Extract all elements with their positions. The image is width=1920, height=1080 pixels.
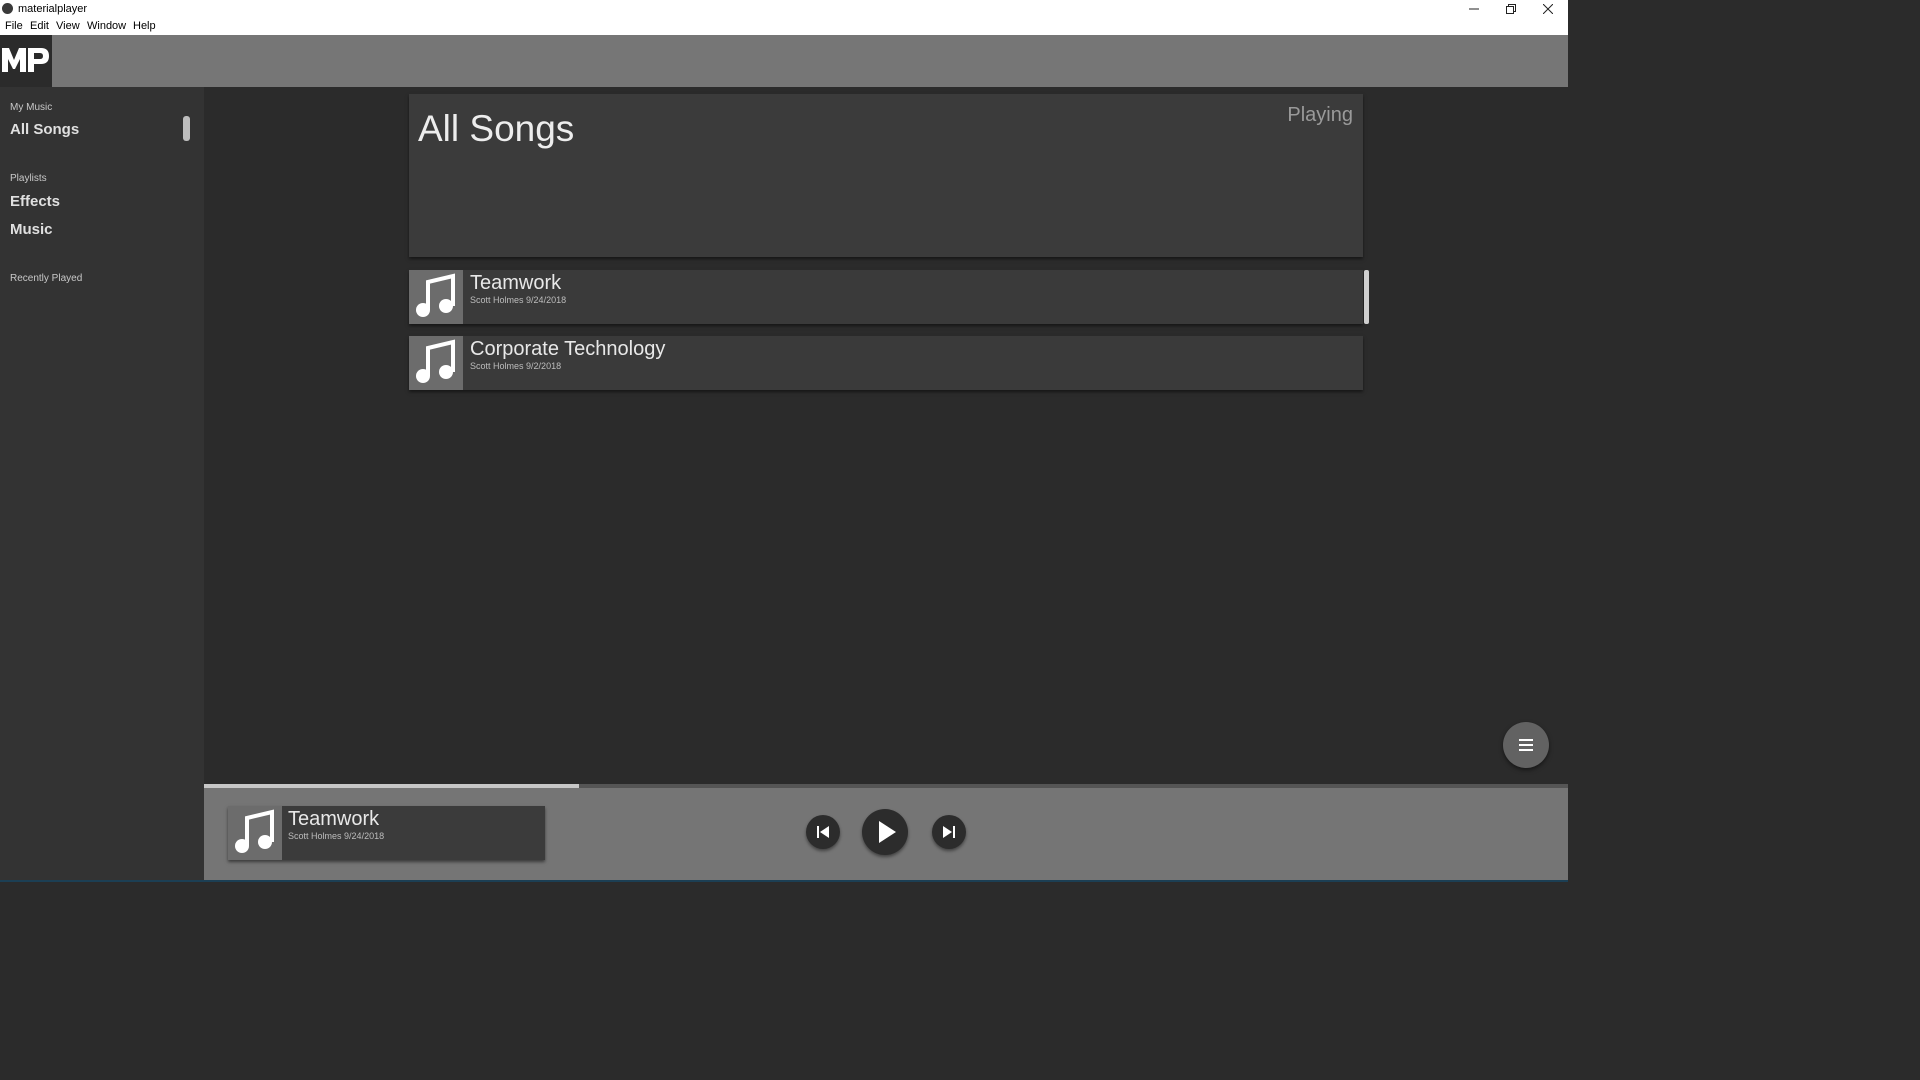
music-note-icon	[235, 809, 274, 853]
progress-bar[interactable]	[204, 784, 1568, 788]
minimize-icon	[1468, 8, 1479, 10]
sidebar-section-recently-played: Recently Played	[10, 273, 83, 284]
song-row[interactable]: Corporate Technology Scott Holmes 9/2/20…	[409, 336, 1363, 390]
song-meta: Scott Holmes 9/24/2018	[470, 295, 566, 305]
close-icon	[1542, 4, 1553, 14]
player-bar: Teamwork Scott Holmes 9/24/2018	[204, 784, 1568, 882]
restore-icon	[1505, 4, 1516, 14]
window-bottom-border	[0, 880, 1568, 882]
sidebar-item-music[interactable]: Music	[10, 221, 53, 238]
menu-edit[interactable]: Edit	[30, 20, 49, 32]
hamburger-menu-icon	[1519, 739, 1533, 751]
music-note-icon	[416, 273, 455, 317]
sidebar: My Music All Songs Playlists Effects Mus…	[0, 87, 204, 882]
song-date: 9/24/2018	[526, 295, 567, 305]
title-bar: materialplayer	[0, 0, 1568, 18]
window-title: materialplayer	[18, 3, 88, 15]
play-button[interactable]	[862, 809, 908, 855]
music-note-icon	[416, 339, 455, 383]
menu-fab-button[interactable]	[1503, 722, 1549, 768]
now-playing-title: Teamwork	[288, 808, 380, 830]
album-art	[409, 336, 463, 390]
app-icon	[2, 3, 13, 14]
sidebar-section-playlists: Playlists	[10, 173, 47, 184]
song-artist: Scott Holmes	[470, 295, 524, 305]
sidebar-selection-indicator	[183, 116, 190, 141]
app-toolbar	[0, 35, 1568, 87]
restore-button[interactable]	[1492, 0, 1529, 18]
progress-fill	[204, 784, 580, 788]
next-button[interactable]	[932, 815, 966, 849]
song-date: 9/2/2018	[526, 361, 562, 371]
menu-window[interactable]: Window	[87, 20, 126, 32]
sidebar-item-effects[interactable]: Effects	[10, 193, 60, 210]
app-logo	[0, 35, 52, 87]
minimize-button[interactable]	[1455, 0, 1492, 18]
close-button[interactable]	[1529, 0, 1566, 18]
previous-button[interactable]	[806, 815, 840, 849]
menu-bar: File Edit View Window Help	[0, 18, 1568, 36]
page-header-card: All Songs Playing	[409, 94, 1363, 257]
page-title: All Songs	[418, 108, 575, 149]
song-meta: Scott Holmes 9/2/2018	[470, 361, 561, 371]
list-scrollbar[interactable]	[1364, 270, 1369, 324]
now-playing-date: 9/24/2018	[344, 831, 385, 841]
now-playing-meta: Scott Holmes 9/24/2018	[288, 831, 384, 841]
song-row[interactable]: Teamwork Scott Holmes 9/24/2018	[409, 270, 1363, 324]
skip-previous-icon	[817, 826, 829, 838]
menu-view[interactable]: View	[56, 20, 80, 32]
skip-next-icon	[943, 826, 955, 838]
sidebar-section-my-music: My Music	[10, 102, 53, 113]
main-content: All Songs Playing Teamwork Scott Holmes …	[204, 87, 1568, 784]
mp-logo-icon	[2, 48, 49, 72]
song-title: Corporate Technology	[470, 338, 666, 360]
album-art	[228, 806, 282, 860]
sidebar-item-all-songs[interactable]: All Songs	[10, 121, 79, 138]
now-playing-card[interactable]: Teamwork Scott Holmes 9/24/2018	[228, 806, 545, 860]
now-playing-artist: Scott Holmes	[288, 831, 342, 841]
menu-file[interactable]: File	[5, 20, 23, 32]
album-art	[409, 270, 463, 324]
song-artist: Scott Holmes	[470, 361, 524, 371]
play-icon	[879, 821, 896, 843]
menu-help[interactable]: Help	[133, 20, 156, 32]
song-title: Teamwork	[470, 272, 562, 294]
playing-status[interactable]: Playing	[1287, 104, 1353, 127]
